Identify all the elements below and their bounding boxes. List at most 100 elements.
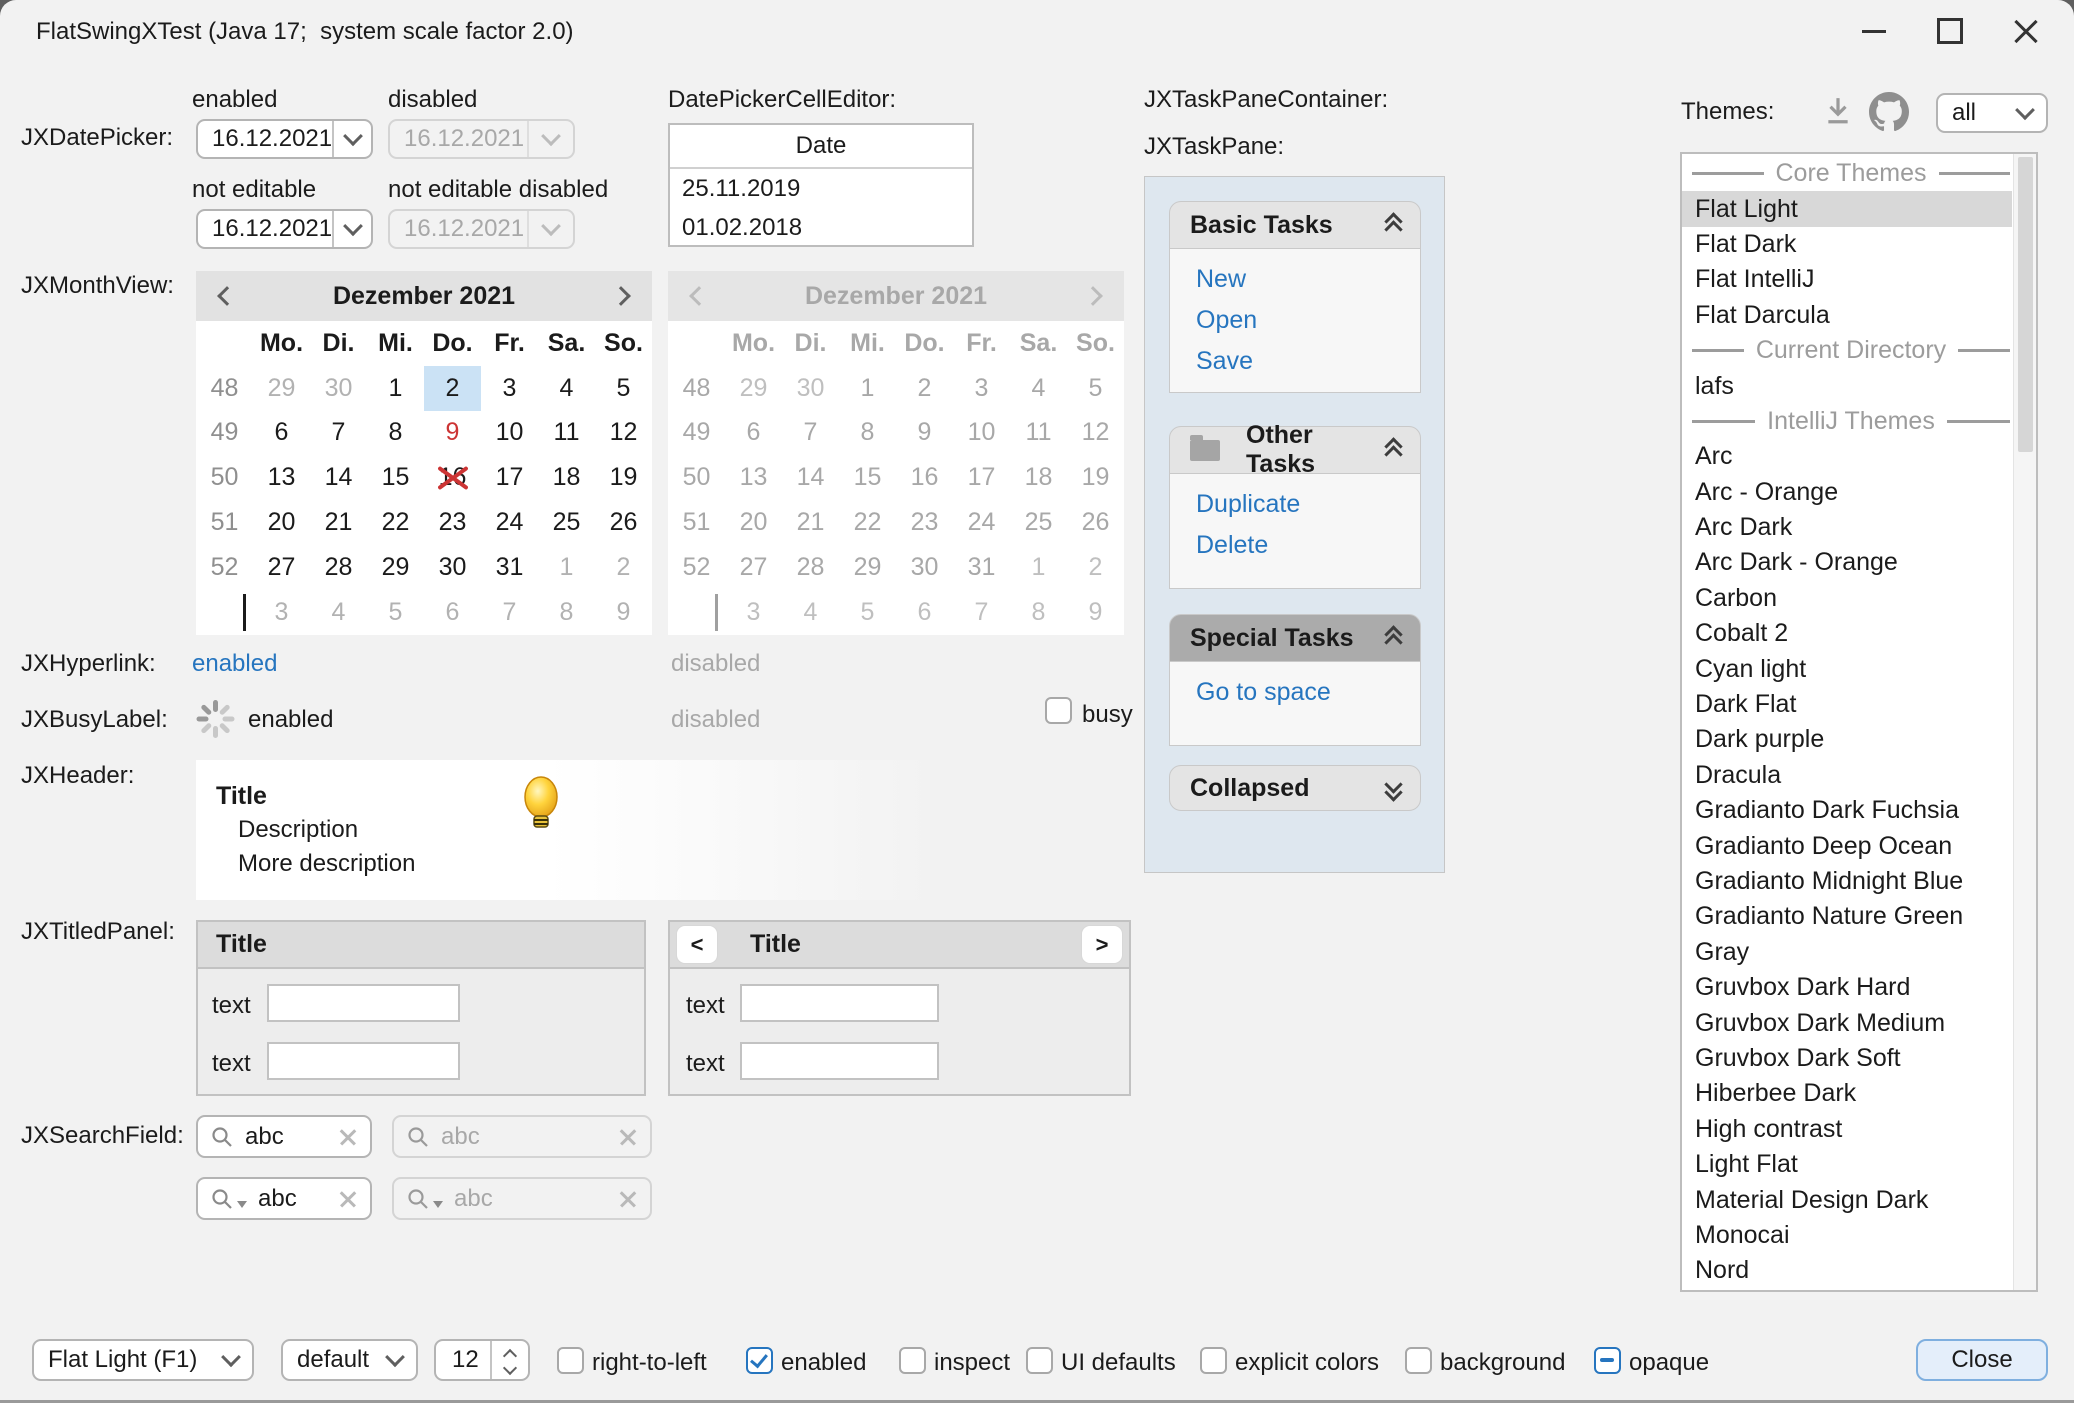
day-cell[interactable]: 31 bbox=[481, 545, 538, 590]
theme-item[interactable]: Gradianto Nature Green bbox=[1682, 899, 2012, 934]
datepicker-enabled[interactable]: 16.12.2021 bbox=[196, 119, 373, 159]
day-cell[interactable]: 1 bbox=[538, 545, 595, 590]
day-cell[interactable]: 30 bbox=[424, 545, 481, 590]
theme-item[interactable]: Light Flat bbox=[1682, 1147, 2012, 1182]
day-cell[interactable]: 5 bbox=[595, 366, 652, 411]
day-cell[interactable]: 6 bbox=[424, 590, 481, 635]
task-link[interactable]: Delete bbox=[1196, 531, 1420, 560]
day-cell[interactable]: 3 bbox=[481, 366, 538, 411]
theme-item[interactable]: Gruvbox Dark Soft bbox=[1682, 1041, 2012, 1076]
day-cell[interactable]: 10 bbox=[481, 411, 538, 456]
collapse-icon[interactable] bbox=[1387, 628, 1400, 649]
theme-item[interactable]: Arc - Orange bbox=[1682, 475, 2012, 510]
day-cell[interactable]: 20 bbox=[253, 500, 310, 545]
day-cell-selected[interactable]: 2 bbox=[424, 366, 481, 411]
scrollbar-track[interactable] bbox=[2013, 154, 2036, 1290]
theme-item[interactable]: Gradianto Deep Ocean bbox=[1682, 828, 2012, 863]
theme-item[interactable]: Dark purple bbox=[1682, 722, 2012, 757]
day-cell[interactable]: 13 bbox=[253, 455, 310, 500]
theme-item[interactable]: Carbon bbox=[1682, 581, 2012, 616]
day-cell[interactable]: 29 bbox=[367, 545, 424, 590]
text-input[interactable] bbox=[740, 1042, 939, 1080]
background-checkbox[interactable] bbox=[1405, 1347, 1432, 1374]
day-cell[interactable]: 25 bbox=[538, 500, 595, 545]
theme-item[interactable]: Material Design Dark bbox=[1682, 1182, 2012, 1217]
text-input[interactable] bbox=[267, 1042, 460, 1080]
day-cell[interactable]: 23 bbox=[424, 500, 481, 545]
theme-item[interactable]: Arc Dark bbox=[1682, 510, 2012, 545]
day-cell[interactable]: 4 bbox=[310, 590, 367, 635]
close-window-button[interactable] bbox=[1988, 4, 2064, 58]
day-cell[interactable]: 8 bbox=[538, 590, 595, 635]
expand-icon[interactable] bbox=[1387, 778, 1400, 799]
hyperlink-enabled[interactable]: enabled bbox=[192, 650, 277, 678]
clear-icon[interactable] bbox=[338, 1189, 358, 1209]
theme-item[interactable]: Flat Darcula bbox=[1682, 298, 2012, 333]
theme-item[interactable]: Gruvbox Dark Hard bbox=[1682, 970, 2012, 1005]
day-cell[interactable]: 4 bbox=[538, 366, 595, 411]
day-cell[interactable]: 29 bbox=[253, 366, 310, 411]
day-cell[interactable]: 3 bbox=[253, 590, 310, 635]
search-input[interactable] bbox=[256, 1184, 329, 1214]
day-cell[interactable]: 18 bbox=[538, 455, 595, 500]
day-cell[interactable]: 6 bbox=[253, 411, 310, 456]
taskpane-header[interactable]: Special Tasks bbox=[1169, 614, 1421, 662]
task-link[interactable]: Duplicate bbox=[1196, 490, 1420, 519]
day-cell[interactable]: 30 bbox=[310, 366, 367, 411]
theme-item[interactable]: lafs bbox=[1682, 368, 2012, 403]
day-cell-flagged[interactable]: 9 bbox=[424, 411, 481, 456]
font-family-combo[interactable]: default bbox=[281, 1339, 418, 1381]
clear-icon[interactable] bbox=[338, 1127, 358, 1147]
theme-item[interactable]: Gradianto Dark Fuchsia bbox=[1682, 793, 2012, 828]
day-cell[interactable]: 2 bbox=[595, 545, 652, 590]
day-cell[interactable]: 11 bbox=[538, 411, 595, 456]
day-cell[interactable]: 1 bbox=[367, 366, 424, 411]
day-cell[interactable]: 19 bbox=[595, 455, 652, 500]
maximize-button[interactable] bbox=[1912, 4, 1988, 58]
theme-item[interactable]: Cobalt 2 bbox=[1682, 616, 2012, 651]
table-column-header[interactable]: Date bbox=[670, 125, 972, 169]
day-cell[interactable]: 5 bbox=[367, 590, 424, 635]
opaque-checkbox[interactable] bbox=[1594, 1347, 1621, 1374]
titled-panel-next-button[interactable]: > bbox=[1081, 925, 1123, 964]
task-link[interactable]: Save bbox=[1196, 347, 1420, 376]
theme-item[interactable]: High contrast bbox=[1682, 1112, 2012, 1147]
day-cell[interactable]: 7 bbox=[310, 411, 367, 456]
collapse-icon[interactable] bbox=[1387, 440, 1400, 461]
theme-item[interactable]: Dark Flat bbox=[1682, 687, 2012, 722]
day-cell[interactable]: 28 bbox=[310, 545, 367, 590]
titled-panel-prev-button[interactable]: < bbox=[676, 925, 718, 964]
explicit-colors-checkbox[interactable] bbox=[1200, 1347, 1227, 1374]
day-cell-crossed[interactable]: 16 bbox=[424, 455, 481, 500]
inspect-checkbox[interactable] bbox=[899, 1347, 926, 1374]
day-cell[interactable]: 12 bbox=[595, 411, 652, 456]
font-size-spinner[interactable]: 12 bbox=[434, 1339, 530, 1381]
datepicker-dropdown-button[interactable] bbox=[332, 211, 371, 247]
task-link[interactable]: Go to space bbox=[1196, 678, 1420, 707]
text-input[interactable] bbox=[267, 984, 460, 1022]
day-cell[interactable]: 27 bbox=[253, 545, 310, 590]
table-row[interactable]: 25.11.2019 bbox=[670, 169, 972, 208]
scrollbar-thumb[interactable] bbox=[2018, 157, 2033, 452]
day-cell[interactable]: 24 bbox=[481, 500, 538, 545]
day-cell[interactable]: 9 bbox=[595, 590, 652, 635]
day-cell[interactable]: 15 bbox=[367, 455, 424, 500]
busy-checkbox[interactable] bbox=[1045, 697, 1072, 724]
task-link[interactable]: New bbox=[1196, 265, 1420, 294]
day-cell[interactable]: 26 bbox=[595, 500, 652, 545]
theme-item[interactable]: Nord bbox=[1682, 1253, 2012, 1288]
theme-item[interactable]: Flat IntelliJ bbox=[1682, 262, 2012, 297]
github-icon[interactable] bbox=[1869, 92, 1909, 132]
theme-item[interactable]: Gruvbox Dark Medium bbox=[1682, 1005, 2012, 1040]
text-input[interactable] bbox=[740, 984, 939, 1022]
ui-defaults-checkbox[interactable] bbox=[1026, 1347, 1053, 1374]
theme-item[interactable]: Flat Dark bbox=[1682, 227, 2012, 262]
table-row[interactable]: 01.02.2018 bbox=[670, 208, 972, 247]
theme-item[interactable]: Cyan light bbox=[1682, 651, 2012, 686]
minimize-button[interactable] bbox=[1836, 4, 1912, 58]
theme-item[interactable]: Gradianto Midnight Blue bbox=[1682, 864, 2012, 899]
right-to-left-checkbox[interactable] bbox=[557, 1347, 584, 1374]
datepicker-not-editable[interactable]: 16.12.2021 bbox=[196, 209, 373, 249]
close-button[interactable]: Close bbox=[1916, 1339, 2048, 1381]
theme-item-selected[interactable]: Flat Light bbox=[1682, 191, 2012, 226]
